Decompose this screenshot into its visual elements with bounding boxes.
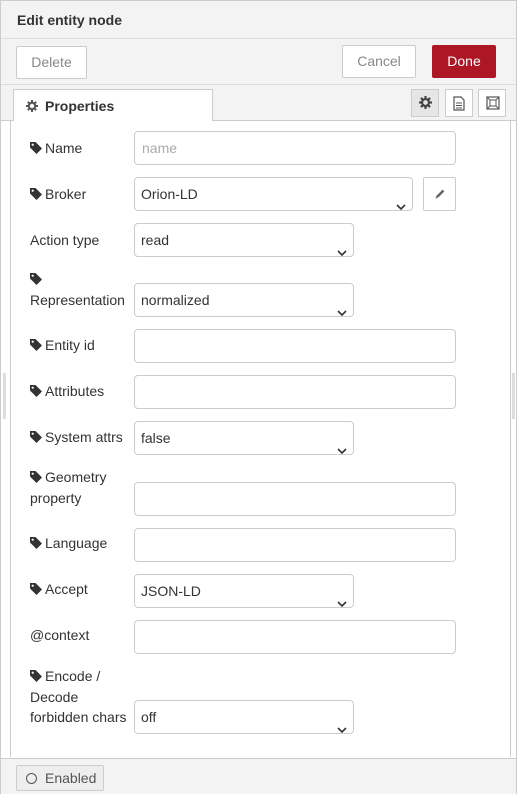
encode-decode-select[interactable]: off bbox=[134, 700, 354, 734]
entity-id-label: Entity id bbox=[30, 335, 95, 356]
edit-tray: Edit entity node Delete Cancel Done Prop… bbox=[0, 0, 517, 794]
tag-icon bbox=[30, 667, 42, 687]
name-placeholder: name bbox=[142, 140, 178, 156]
accept-value: JSON-LD bbox=[141, 583, 201, 599]
encode-decode-label: Encode / Decode forbidden chars bbox=[30, 667, 127, 725]
accept-label: Accept bbox=[30, 579, 88, 600]
tag-icon bbox=[30, 382, 42, 402]
tab-properties-label: Properties bbox=[45, 98, 115, 114]
tray-footer: Enabled bbox=[1, 758, 516, 794]
system-attrs-value: false bbox=[141, 430, 171, 446]
geometry-property-input[interactable] bbox=[134, 482, 456, 516]
right-resize-handle[interactable] bbox=[512, 373, 515, 419]
chevron-down-icon bbox=[337, 296, 347, 328]
tray-title: Edit entity node bbox=[17, 12, 122, 28]
language-label: Language bbox=[30, 533, 107, 554]
left-resize-handle[interactable] bbox=[3, 373, 6, 419]
edit-broker-button[interactable] bbox=[423, 177, 456, 211]
tab-appearance-button[interactable] bbox=[478, 89, 506, 117]
tab-settings-button[interactable] bbox=[411, 89, 439, 117]
encode-decode-value: off bbox=[141, 709, 157, 725]
attributes-input[interactable] bbox=[134, 375, 456, 409]
chevron-down-icon bbox=[337, 434, 347, 466]
system-attrs-select[interactable]: false bbox=[134, 421, 354, 455]
tab-properties[interactable]: Properties bbox=[13, 89, 213, 122]
circle-icon bbox=[26, 773, 37, 784]
tag-icon bbox=[30, 139, 42, 159]
action-type-value: read bbox=[141, 232, 170, 248]
cancel-button[interactable]: Cancel bbox=[342, 45, 416, 78]
delete-button[interactable]: Delete bbox=[16, 46, 87, 79]
entity-id-input[interactable] bbox=[134, 329, 456, 363]
broker-label: Broker bbox=[30, 184, 86, 205]
tag-icon bbox=[30, 428, 42, 448]
name-input[interactable]: name bbox=[134, 131, 456, 165]
representation-select[interactable]: normalized bbox=[134, 283, 354, 317]
done-button[interactable]: Done bbox=[432, 45, 496, 78]
representation-value: normalized bbox=[141, 292, 210, 308]
tag-icon bbox=[30, 185, 42, 205]
context-label: @context bbox=[30, 627, 90, 643]
representation-label: Representation bbox=[30, 269, 125, 310]
cog-icon bbox=[26, 99, 38, 115]
chevron-down-icon bbox=[396, 190, 406, 222]
chevron-down-icon bbox=[337, 713, 347, 745]
enabled-toggle-button[interactable]: Enabled bbox=[16, 765, 104, 791]
attributes-label: Attributes bbox=[30, 381, 104, 402]
tag-icon bbox=[30, 270, 42, 290]
broker-select[interactable]: Orion-LD bbox=[134, 177, 413, 211]
broker-value: Orion-LD bbox=[141, 186, 198, 202]
action-type-select[interactable]: read bbox=[134, 223, 354, 257]
tag-icon bbox=[30, 468, 42, 488]
system-attrs-label: System attrs bbox=[30, 427, 123, 448]
chevron-down-icon bbox=[337, 236, 347, 268]
accept-select[interactable]: JSON-LD bbox=[134, 574, 354, 608]
tabs-bar: Properties bbox=[1, 85, 516, 122]
chevron-down-icon bbox=[337, 587, 347, 619]
name-label: Name bbox=[30, 138, 82, 159]
action-type-label: Action type bbox=[30, 232, 100, 248]
tray-header: Edit entity node bbox=[1, 1, 516, 39]
tag-icon bbox=[30, 580, 42, 600]
context-input[interactable] bbox=[134, 620, 456, 654]
tab-description-button[interactable] bbox=[445, 89, 473, 117]
tag-icon bbox=[30, 336, 42, 356]
enabled-label: Enabled bbox=[45, 770, 97, 786]
geometry-property-label: Geometry property bbox=[30, 468, 107, 506]
tray-toolbar: Delete Cancel Done bbox=[1, 39, 516, 85]
language-input[interactable] bbox=[134, 528, 456, 562]
tag-icon bbox=[30, 534, 42, 554]
